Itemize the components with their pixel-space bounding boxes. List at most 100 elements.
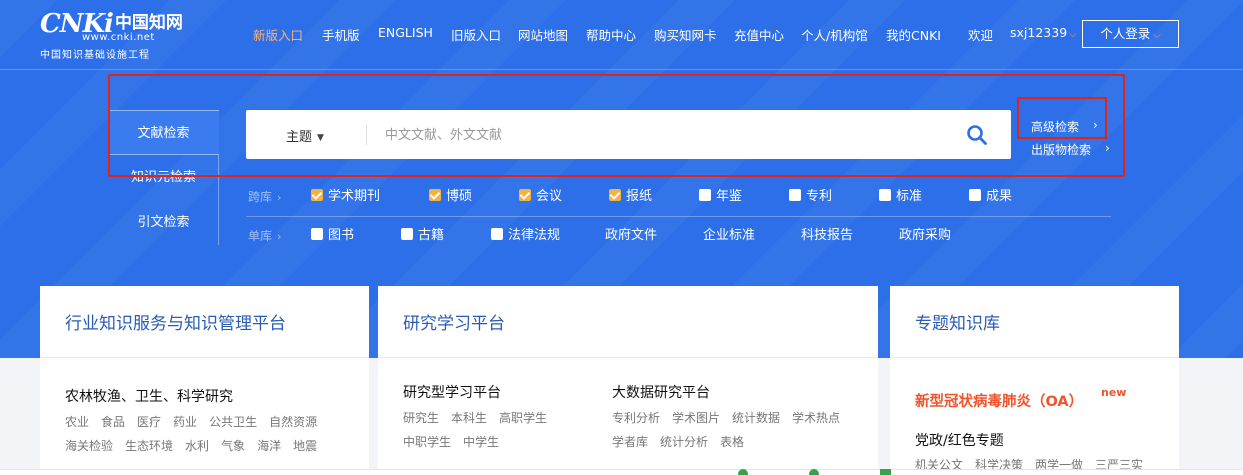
checkbox-empty-icon [699,189,711,201]
link-graduate[interactable]: 研究生 [403,411,439,425]
link-government-documents[interactable]: 政府文件 [605,227,657,245]
research-platform-card: 研究学习平台 研究型学习平台 研究生 本科生 高职学生 中职学生 中学生 大数据研究平… [378,286,878,475]
card-title[interactable]: 行业知识服务与知识管理平台 [40,286,369,358]
section-title[interactable]: 党政/红色专题 [915,430,1004,450]
checkbox-yearbooks[interactable]: 年鉴 [699,188,742,206]
checkbox-books[interactable]: 图书 [311,227,354,245]
checkbox-journals[interactable]: 学术期刊 [311,188,380,206]
link-row: 海关检验 生态环境 水利 气象 海洋 地震 [65,437,329,454]
link-patent-analysis[interactable]: 专利分析 [612,411,660,425]
link-government-procurement[interactable]: 政府采购 [899,227,951,245]
chevron-right-icon: › [277,230,282,243]
green-tab-icon [738,469,748,475]
checkbox-standards[interactable]: 标准 [879,188,922,206]
checkbox-checked-icon [519,189,531,201]
green-tab-icon [809,469,819,475]
advanced-search-highlight [1017,97,1107,139]
nav-english[interactable]: ENGLISH [378,25,433,40]
green-tab-icon [880,469,891,475]
link-vocational[interactable]: 高职学生 [499,411,547,425]
link-hot-topics[interactable]: 学术热点 [792,411,840,425]
checkbox-checked-icon [429,189,441,201]
checkbox-empty-icon [491,228,503,240]
chevron-right-icon: › [277,191,282,204]
section-title[interactable]: 农林牧渔、卫生、科学研究 [65,386,233,406]
link-tables[interactable]: 表格 [720,435,744,449]
nav-sitemap[interactable]: 网站地图 [518,25,568,44]
link-scholars[interactable]: 学者库 [612,435,648,449]
search-area-highlight [108,74,1125,177]
link-stat-analysis[interactable]: 统计分析 [660,435,708,449]
link-public-health[interactable]: 公共卫生 [209,415,257,429]
logo-subtitle: 中国知识基础设施工程 [40,50,150,61]
top-header: CNKi 中国知网 www.cnki.net 中国知识基础设施工程 新版入口 手机… [0,0,1243,70]
link-row: 学者库 统计分析 表格 [612,433,756,450]
chevron-down-icon: ⌵ [1069,29,1077,40]
checkbox-empty-icon [969,189,981,201]
checkbox-empty-icon [311,228,323,240]
section-title[interactable]: 研究型学习平台 [403,382,501,402]
checkbox-laws[interactable]: 法律法规 [491,227,560,245]
link-natural-resources[interactable]: 自然资源 [269,415,317,429]
login-label: 个人登录 [1100,26,1151,41]
link-pharma[interactable]: 药业 [173,415,197,429]
link-earthquake[interactable]: 地震 [293,439,317,453]
link-agriculture[interactable]: 农业 [65,415,89,429]
new-badge: new [1101,386,1127,399]
bottom-strip [0,469,1243,475]
link-academic-images[interactable]: 学术图片 [672,411,720,425]
link-customs[interactable]: 海关检验 [65,439,113,453]
covid-link[interactable]: 新型冠状病毒肺炎（OA） [915,390,1083,411]
user-menu[interactable]: sxj12339 ⌵ [1010,25,1077,40]
checkbox-newspapers[interactable]: 报纸 [609,188,652,206]
nav-buy-card[interactable]: 购买知网卡 [654,25,717,44]
welcome-text: 欢迎 [968,28,994,43]
cross-db-label: 跨库 › [248,190,282,204]
link-enterprise-standards[interactable]: 企业标准 [703,227,755,245]
checkbox-checked-icon [311,189,323,201]
link-middle-school[interactable]: 中学生 [463,435,499,449]
link-weather[interactable]: 气象 [221,439,245,453]
card-title[interactable]: 专题知识库 [890,286,1179,358]
card-title[interactable]: 研究学习平台 [378,286,878,358]
link-row: 中职学生 中学生 [403,433,511,450]
link-water[interactable]: 水利 [185,439,209,453]
link-undergraduate[interactable]: 本科生 [451,411,487,425]
nav-mobile[interactable]: 手机版 [322,25,360,44]
link-ocean[interactable]: 海洋 [257,439,281,453]
link-tech-reports[interactable]: 科技报告 [801,227,853,245]
checkbox-theses[interactable]: 博硕 [429,188,472,206]
nav-personal-institution[interactable]: 个人/机构馆 [801,25,868,44]
section-title[interactable]: 大数据研究平台 [612,382,710,402]
checkbox-conferences[interactable]: 会议 [519,188,562,206]
db-row-divider [246,216,1111,217]
topic-library-card: 专题知识库 新型冠状病毒肺炎（OA） new 党政/红色专题 机关公文 科学决策两… [890,286,1179,475]
link-row: 专利分析 学术图片 统计数据 学术热点 [612,409,852,426]
link-secondary-vocational[interactable]: 中职学生 [403,435,451,449]
link-row: 农业 食品 医疗 药业 公共卫生 自然资源 [65,413,329,430]
industry-platform-card: 行业知识服务与知识管理平台 农林牧渔、卫生、科学研究 农业 食品 医疗 药业 公共卫生自… [40,286,369,475]
checkbox-achievements[interactable]: 成果 [969,188,1012,206]
logo-brand-cn: 中国知网 [114,13,183,33]
link-ecology[interactable]: 生态环境 [125,439,173,453]
username: sxj12339 [1010,25,1068,40]
checkbox-ancient-books[interactable]: 古籍 [401,227,444,245]
link-statistics[interactable]: 统计数据 [732,411,780,425]
cnki-logo[interactable]: CNKi 中国知网 www.cnki.net 中国知识基础设施工程 [40,10,190,62]
link-medical[interactable]: 医疗 [137,415,161,429]
logo-url: www.cnki.net [82,32,155,43]
checkbox-checked-icon [609,189,621,201]
link-food[interactable]: 食品 [101,415,125,429]
login-button[interactable]: 个人登录 ⌵ [1082,20,1179,48]
single-db-label: 单库 › [248,229,282,243]
tab-citation-search[interactable]: 引文检索 [108,200,219,245]
nav-recharge[interactable]: 充值中心 [734,25,784,44]
nav-old-entry[interactable]: 旧版入口 [451,25,501,44]
nav-new-entry[interactable]: 新版入口 [253,25,303,44]
checkbox-empty-icon [879,189,891,201]
checkbox-empty-icon [789,189,801,201]
checkbox-patents[interactable]: 专利 [789,188,832,206]
nav-help[interactable]: 帮助中心 [586,25,636,44]
link-row: 研究生 本科生 高职学生 [403,409,559,426]
nav-my-cnki[interactable]: 我的CNKI [886,25,941,44]
